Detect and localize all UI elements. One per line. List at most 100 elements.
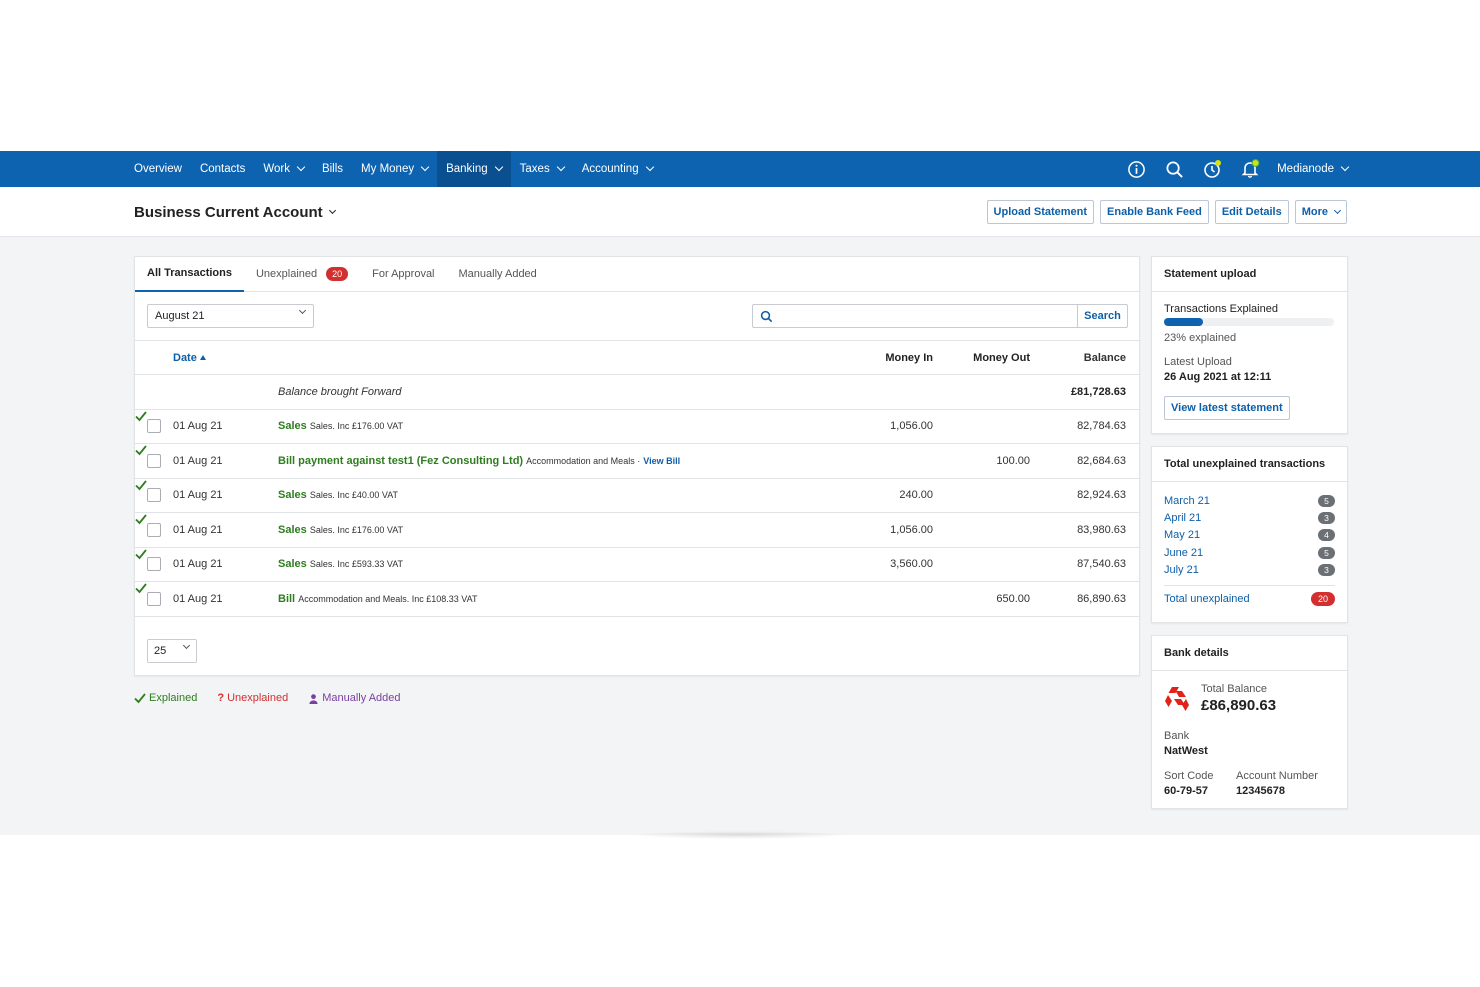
month-link[interactable]: March 21: [1164, 495, 1210, 507]
top-nav: Overview Contacts Work Bills My Money Ba…: [0, 151, 1480, 187]
count-badge: 3: [1318, 563, 1335, 576]
row-kind[interactable]: Bill: [278, 593, 295, 605]
row-description: Sales Sales. Inc £176.00 VAT: [278, 524, 403, 536]
nav-label: Contacts: [199, 163, 246, 175]
panel-title: Statement upload: [1152, 257, 1347, 292]
row-checkbox[interactable]: [147, 522, 161, 537]
month-link[interactable]: July 21: [1164, 564, 1199, 576]
bank-body: Total Balance £86,890.63 Bank NatWest So…: [1152, 671, 1347, 797]
nav-contacts[interactable]: Contacts: [191, 151, 254, 187]
month-link[interactable]: June 21: [1164, 547, 1203, 559]
row-kind[interactable]: Sales: [278, 489, 307, 501]
row-kind[interactable]: Sales: [278, 524, 307, 536]
scroll-shadow: [630, 831, 850, 839]
table-row[interactable]: 01 Aug 21 Bill payment against test1 (Fe…: [135, 444, 1139, 479]
month-value: August 21: [155, 310, 205, 322]
user-menu[interactable]: Medianode: [1277, 162, 1350, 175]
nav-label: Overview: [134, 163, 182, 175]
nav-my-money[interactable]: My Money: [352, 151, 437, 187]
column-header-money-out: Money Out: [973, 352, 1030, 364]
nav-bills[interactable]: Bills: [313, 151, 352, 187]
total-unexplained-link[interactable]: Total unexplained: [1164, 593, 1250, 605]
account-number-value: 12345678: [1236, 785, 1285, 797]
bank-label: Bank: [1164, 730, 1190, 742]
table-row[interactable]: 01 Aug 21 Sales Sales. Inc £176.00 VAT 1…: [135, 410, 1139, 444]
search-box: Search: [752, 304, 1128, 328]
month-select[interactable]: August 21: [147, 304, 314, 328]
per-page-value: 25: [154, 645, 167, 657]
upload-statement-button[interactable]: Upload Statement: [986, 200, 1095, 224]
search-button[interactable]: Search: [1077, 305, 1127, 327]
view-latest-statement-button[interactable]: View latest statement: [1164, 396, 1290, 420]
row-kind[interactable]: Sales: [278, 558, 307, 570]
tab-all-transactions[interactable]: All Transactions: [135, 257, 244, 292]
search-icon: [753, 305, 779, 327]
row-money-out: 650.00: [996, 592, 1030, 605]
view-bill-link[interactable]: View Bill: [643, 456, 680, 466]
nav-banking[interactable]: Banking: [437, 151, 511, 187]
list-item: June 21 5: [1164, 544, 1335, 561]
tab-manually-added[interactable]: Manually Added: [447, 257, 549, 292]
page-header: Business Current Account Upload Statemen…: [0, 187, 1480, 237]
balance-brought-forward-row: Balance brought Forward £81,728.63: [135, 375, 1139, 410]
legend-label: Unexplained: [227, 692, 289, 704]
row-checkbox[interactable]: [147, 419, 161, 434]
nav-overview[interactable]: Overview: [125, 151, 191, 187]
row-kind[interactable]: Bill payment against test1 (Fez Consulti…: [278, 455, 523, 467]
table-row[interactable]: 01 Aug 21 Sales Sales. Inc £176.00 VAT 1…: [135, 513, 1139, 548]
tab-unexplained[interactable]: Unexplained 20: [244, 257, 360, 292]
chevron-down-icon: [328, 206, 336, 215]
tab-label: Manually Added: [458, 268, 537, 280]
column-header-date: Date: [173, 352, 197, 364]
list-item: May 21 4: [1164, 527, 1335, 544]
total-unexplained-row: Total unexplained 20: [1164, 585, 1335, 606]
edit-details-button[interactable]: Edit Details: [1214, 200, 1289, 224]
tab-label: For Approval: [372, 268, 435, 280]
latest-upload-value: 26 Aug 2021 at 12:11: [1164, 371, 1272, 383]
enable-bank-feed-button[interactable]: Enable Bank Feed: [1100, 200, 1209, 224]
explained-check-icon: [135, 410, 147, 421]
table-row[interactable]: 01 Aug 21 Bill Accommodation and Meals. …: [135, 582, 1139, 617]
button-label: Search: [1084, 310, 1121, 322]
legend-manual: Manually Added: [308, 692, 401, 704]
count-badge: 3: [1318, 511, 1335, 524]
tab-for-approval[interactable]: For Approval: [360, 257, 446, 292]
nav-label: Bills: [321, 163, 344, 175]
row-kind[interactable]: Sales: [278, 420, 307, 432]
table-row[interactable]: 01 Aug 21 Sales Sales. Inc £593.33 VAT 3…: [135, 548, 1139, 582]
page-title: Business Current Account: [134, 204, 323, 221]
nav-label: Accounting: [581, 163, 639, 175]
check-icon: [134, 693, 146, 704]
row-checkbox[interactable]: [147, 488, 161, 503]
list-item: March 21 5: [1164, 492, 1335, 509]
row-detail: Sales. Inc £40.00 VAT: [309, 490, 399, 501]
row-checkbox[interactable]: [147, 557, 161, 572]
timer-icon[interactable]: [1193, 151, 1231, 187]
more-button[interactable]: More: [1294, 200, 1347, 224]
info-icon[interactable]: [1117, 151, 1155, 187]
account-selector[interactable]: Business Current Account: [134, 204, 336, 221]
month-link[interactable]: May 21: [1164, 529, 1200, 541]
bell-icon[interactable]: [1231, 151, 1269, 187]
search-input[interactable]: [779, 305, 1077, 327]
row-checkbox[interactable]: [147, 591, 161, 606]
per-page-select[interactable]: 25: [147, 639, 197, 663]
sort-by-date[interactable]: Date: [173, 352, 206, 364]
row-money-in: 240.00: [899, 489, 933, 502]
chevron-down-icon: [1340, 162, 1350, 172]
chevron-down-icon: [420, 162, 430, 172]
row-description: Sales Sales. Inc £593.33 VAT: [278, 558, 403, 570]
search-icon[interactable]: [1155, 151, 1193, 187]
table-row[interactable]: 01 Aug 21 Sales Sales. Inc £40.00 VAT 24…: [135, 479, 1139, 513]
nav-taxes[interactable]: Taxes: [511, 151, 573, 187]
month-link[interactable]: April 21: [1164, 512, 1201, 524]
main-menu: Overview Contacts Work Bills My Money Ba…: [125, 151, 662, 187]
statement-upload-panel: Statement upload Transactions Explained …: [1151, 256, 1348, 434]
count-badge: 5: [1318, 494, 1335, 507]
row-checkbox[interactable]: [147, 453, 161, 468]
row-date: 01 Aug 21: [173, 558, 223, 571]
nav-work[interactable]: Work: [254, 151, 313, 187]
nav-accounting[interactable]: Accounting: [573, 151, 662, 187]
nav-tools: Medianode: [1117, 151, 1350, 187]
row-balance: 82,784.63: [1077, 420, 1126, 433]
